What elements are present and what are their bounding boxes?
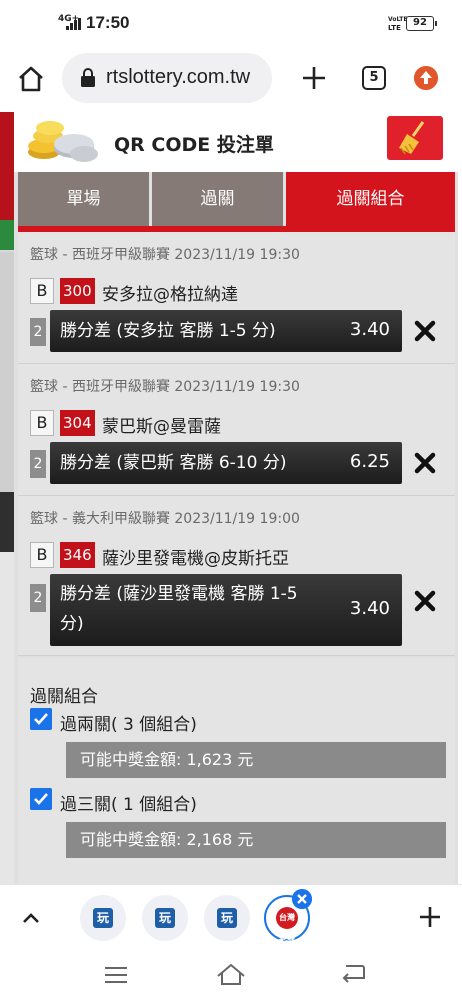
background-page — [0, 112, 14, 884]
chevron-up-icon[interactable] — [20, 907, 42, 929]
parlay-combo-section: 過關組合 過兩關( 3 個組合) 可能中獎金額: 1,623 元 過三關( 1 … — [18, 658, 455, 884]
modal-title: QR CODE 投注單 — [114, 134, 274, 156]
tab-thumbnail[interactable]: 玩 — [204, 895, 250, 941]
volte-icon: VoLTE LTE — [388, 16, 408, 32]
checkbox-two-leg[interactable] — [30, 708, 52, 730]
bet-odds: 3.40 — [349, 598, 390, 619]
battery-icon: 92 — [406, 16, 437, 31]
combo-heading: 過關組合 — [30, 687, 98, 707]
bet-selection: 勝分差 (蒙巴斯 客勝 6-10 分) 6.25 — [50, 442, 402, 484]
game-number: 346 — [60, 542, 95, 568]
close-icon[interactable] — [414, 320, 436, 342]
update-icon[interactable] — [414, 66, 438, 90]
prize-amount: 可能中獎金額: 1,623 元 — [66, 742, 446, 778]
bottom-tab-strip: 玩 玩 玩 台灣彩券 — [0, 884, 462, 950]
sport-letter: B — [30, 542, 54, 568]
bet-selection: 勝分差 (安多拉 客勝 1-5 分) 3.40 — [50, 310, 402, 352]
clear-button[interactable] — [387, 116, 443, 160]
site-favicon: 玩 — [93, 908, 113, 928]
bet-item: 籃球 - 西班牙甲級聯賽 2023/11/19 19:30 B 300 安多拉@… — [18, 232, 455, 364]
combo-option-label[interactable]: 過三關( 1 個組合) — [60, 790, 197, 815]
add-tab-icon[interactable] — [418, 905, 442, 929]
modal-header: QR CODE 投注單 — [14, 112, 458, 172]
address-bar[interactable]: rtslottery.com.tw — [62, 53, 272, 103]
sport-letter: B — [30, 410, 54, 436]
url-text: rtslottery.com.tw — [106, 66, 251, 88]
prize-amount: 可能中獎金額: 2,168 元 — [66, 822, 446, 858]
browser-toolbar: rtslottery.com.tw 5 — [0, 46, 462, 112]
home-icon[interactable] — [16, 64, 46, 94]
bet-teams: 安多拉@格拉納達 — [102, 285, 238, 305]
bet-odds: 6.25 — [349, 451, 390, 472]
close-icon[interactable] — [414, 590, 436, 612]
checkbox-three-leg[interactable] — [30, 788, 52, 810]
bet-teams: 蒙巴斯@曼雷薩 — [102, 417, 221, 437]
system-nav-bar — [0, 950, 462, 1000]
bet-teams: 薩沙里發電機@皮斯托亞 — [102, 549, 289, 569]
tab-parlay-combo[interactable]: 過關組合 — [286, 172, 455, 226]
close-icon[interactable] — [414, 452, 436, 474]
bet-slip-modal: QR CODE 投注單 單場 過關 過關組合 籃球 - 西班牙甲級聯賽 2023… — [14, 112, 458, 884]
bet-multiplier: 2 — [30, 318, 46, 346]
battery-level: 92 — [413, 17, 427, 28]
tab-bar: 單場 過關 過關組合 — [18, 172, 455, 226]
close-tab-icon[interactable] — [292, 889, 312, 909]
game-number: 304 — [60, 410, 95, 436]
game-number: 300 — [60, 278, 95, 304]
tab-parlay[interactable]: 過關 — [152, 172, 283, 226]
tab-thumbnail[interactable]: 玩 — [142, 895, 188, 941]
bet-multiplier: 2 — [30, 450, 46, 478]
tab-single[interactable]: 單場 — [18, 172, 149, 226]
back-icon[interactable] — [340, 964, 366, 984]
bet-multiplier: 2 — [30, 584, 46, 612]
bet-selection: 勝分差 (薩沙里發電機 客勝 1-5 分) 3.40 — [50, 574, 402, 646]
bet-odds: 3.40 — [349, 319, 390, 340]
tab-thumbnail[interactable]: 玩 — [80, 895, 126, 941]
site-favicon: 玩 — [217, 908, 237, 928]
sport-letter: B — [30, 278, 54, 304]
bet-item: 籃球 - 義大利甲級聯賽 2023/11/19 19:00 B 346 薩沙里發… — [18, 496, 455, 656]
broom-icon — [399, 121, 425, 155]
site-favicon: 玩 — [155, 908, 175, 928]
bet-item: 籃球 - 西班牙甲級聯賽 2023/11/19 19:30 B 304 蒙巴斯@… — [18, 364, 455, 496]
new-tab-icon[interactable] — [300, 64, 328, 92]
recent-apps-icon[interactable] — [104, 966, 128, 984]
signal-icon — [66, 18, 82, 30]
clock: 17:50 — [86, 13, 130, 32]
tab-switcher-button[interactable]: 5 — [362, 66, 386, 90]
home-nav-icon[interactable] — [216, 962, 246, 986]
combo-option-label[interactable]: 過兩關( 3 個組合) — [60, 710, 197, 735]
coins-icon — [28, 121, 98, 162]
bet-meta: 籃球 - 義大利甲級聯賽 2023/11/19 19:00 — [30, 511, 300, 527]
bet-meta: 籃球 - 西班牙甲級聯賽 2023/11/19 19:30 — [30, 247, 300, 263]
status-bar: 4G+ 17:50 VoLTE LTE 92 — [0, 0, 462, 46]
bet-meta: 籃球 - 西班牙甲級聯賽 2023/11/19 19:30 — [30, 379, 300, 395]
lottery-favicon: 台灣彩券 — [276, 907, 298, 944]
lock-icon — [81, 68, 95, 87]
